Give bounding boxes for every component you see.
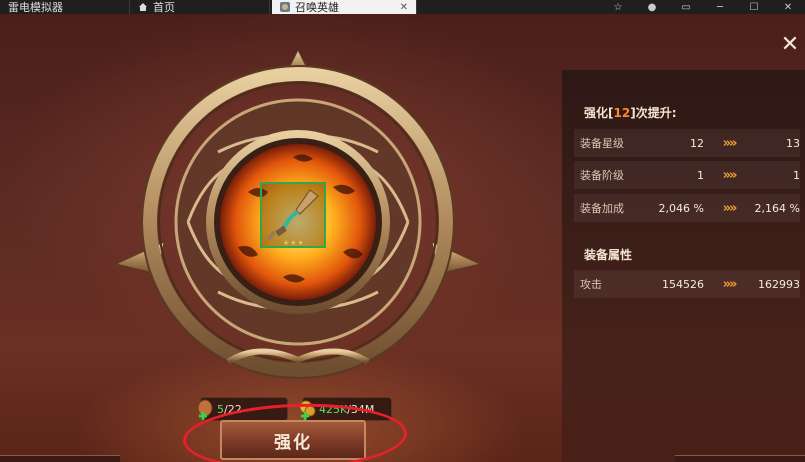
upgrade-panel-title: 强化[12]次提升:: [584, 106, 677, 120]
favorite-icon[interactable]: ☆: [601, 0, 635, 14]
game-app-icon: [280, 2, 290, 12]
attributes-title: 装备属性: [584, 248, 633, 262]
stat-label: 装备加成: [580, 202, 624, 215]
item-stars: ★★★: [283, 239, 305, 247]
window-mode-icon[interactable]: ▭: [669, 0, 703, 14]
stat-from: 1: [697, 168, 704, 182]
stat-row-bonus: 装备加成 2,046 % »» 2,164 %: [574, 194, 800, 222]
arrow-right-icon: »»: [722, 200, 738, 216]
tab-game[interactable]: 召唤英雄 ✕: [272, 0, 417, 14]
bottom-right-tab[interactable]: [675, 455, 805, 462]
stat-from: 154526: [662, 277, 704, 291]
title-bar: 雷电模拟器 首页 召唤英雄 ✕ ☆ ● ▭ ─ ☐ ✕: [0, 0, 805, 14]
stat-row-tier: 装备阶级 1 »» 1: [574, 161, 800, 189]
stat-row-attack: 攻击 154526 »» 162993: [574, 270, 800, 298]
game-screen: ✕ ★★★ 强化[12]次提升: 装备星级 12 »» 13 装备阶级 1 »»…: [0, 14, 805, 462]
arrow-right-icon: »»: [722, 167, 738, 183]
arrow-right-icon: »»: [722, 135, 738, 151]
account-icon[interactable]: ●: [635, 0, 669, 14]
close-icon[interactable]: ✕: [779, 34, 801, 56]
minimize-icon[interactable]: ─: [703, 0, 737, 14]
maximize-icon[interactable]: ☐: [737, 0, 771, 14]
stat-row-star: 装备星级 12 »» 13: [574, 129, 800, 157]
dagger-icon: [266, 189, 319, 242]
tab-label: 首页: [153, 1, 175, 14]
stat-to: 1: [793, 168, 800, 182]
bottom-left-tab[interactable]: [0, 455, 120, 462]
stat-to: 162993: [758, 277, 800, 291]
stat-to: 2,164 %: [754, 201, 800, 215]
upgrade-stats-panel: 强化[12]次提升: 装备星级 12 »» 13 装备阶级 1 »» 1 装备加…: [562, 70, 805, 462]
stat-label: 攻击: [580, 278, 602, 291]
arrow-right-icon: »»: [722, 276, 738, 292]
tab-emulator[interactable]: 雷电模拟器: [0, 0, 130, 14]
stat-label: 装备星级: [580, 137, 624, 150]
stat-from: 12: [690, 136, 704, 150]
stat-label: 装备阶级: [580, 169, 624, 182]
stat-to: 13: [786, 136, 800, 150]
tab-close-icon[interactable]: ✕: [400, 2, 408, 13]
window-controls: ☆ ● ▭ ─ ☐ ✕: [601, 0, 805, 14]
stat-from: 2,046 %: [658, 201, 704, 215]
tab-label: 召唤英雄: [295, 1, 339, 14]
tab-home[interactable]: 首页: [130, 0, 270, 14]
upgrade-level: 12: [613, 106, 631, 120]
close-window-icon[interactable]: ✕: [771, 0, 805, 14]
tab-label: 雷电模拟器: [8, 1, 63, 14]
home-icon: [139, 3, 147, 11]
